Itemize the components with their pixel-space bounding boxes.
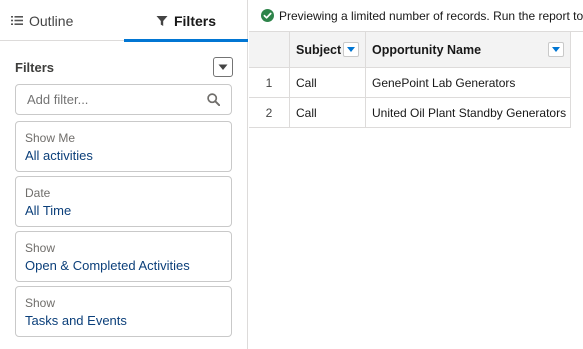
cell-opportunity-name: GenePoint Lab Generators <box>366 68 571 97</box>
filter-card-value: Tasks and Events <box>25 313 127 328</box>
row-number-header <box>249 32 290 67</box>
filter-card-value: Open & Completed Activities <box>25 258 190 273</box>
filter-card-show-status[interactable]: Show Open & Completed Activities <box>15 231 232 282</box>
filter-card-label: Show Me <box>25 131 76 145</box>
table-header-row: Subject Opportunity Name <box>249 32 571 68</box>
tab-outline-label: Outline <box>29 12 74 29</box>
list-icon <box>11 15 23 26</box>
column-menu-button[interactable] <box>343 42 359 57</box>
column-header-opportunity-name[interactable]: Opportunity Name <box>366 32 571 67</box>
preview-notice: Previewing a limited number of records. … <box>249 0 583 32</box>
chevron-down-icon <box>347 47 355 52</box>
column-header-label: Opportunity Name <box>372 42 482 57</box>
left-panel: Outline Filters Filters Add filter... Sh… <box>0 0 248 349</box>
column-header-subject[interactable]: Subject <box>290 32 366 67</box>
tab-filters-label: Filters <box>173 12 216 29</box>
preview-panel: Previewing a limited number of records. … <box>249 0 583 349</box>
filters-menu-button[interactable] <box>213 57 233 77</box>
column-header-label: Subject <box>296 42 342 57</box>
report-builder: Outline Filters Filters Add filter... Sh… <box>0 0 583 349</box>
add-filter-box[interactable] <box>15 84 232 115</box>
panel-tabs: Outline Filters <box>0 0 248 42</box>
search-icon <box>207 93 221 111</box>
filters-header: Filters <box>15 56 233 78</box>
filter-card-show-me[interactable]: Show Me All activities <box>15 121 232 172</box>
success-check-icon <box>261 9 274 22</box>
add-filter-input[interactable] <box>27 92 197 107</box>
row-number: 1 <box>249 68 290 97</box>
chevron-down-icon <box>552 47 560 52</box>
filters-title: Filters <box>15 59 55 75</box>
filter-card-date[interactable]: Date All Time <box>15 176 232 227</box>
filter-icon <box>156 15 168 27</box>
filter-card-value: All Time <box>25 203 72 218</box>
table-row[interactable]: 1 Call GenePoint Lab Generators <box>249 68 571 98</box>
filter-card-show-type[interactable]: Show Tasks and Events <box>15 286 232 337</box>
row-number: 2 <box>249 98 290 127</box>
chevron-down-icon <box>218 64 228 70</box>
filter-card-value: All activities <box>25 148 93 163</box>
cell-subject: Call <box>290 98 366 127</box>
preview-notice-text: Previewing a limited number of records. … <box>279 8 583 23</box>
table-row[interactable]: 2 Call United Oil Plant Standby Generato… <box>249 98 571 128</box>
tab-filters[interactable]: Filters <box>124 0 248 42</box>
filter-card-label: Show <box>25 241 56 255</box>
column-menu-button[interactable] <box>548 42 564 57</box>
filter-card-label: Show <box>25 296 56 310</box>
cell-opportunity-name: United Oil Plant Standby Generators <box>366 98 571 127</box>
cell-subject: Call <box>290 68 366 97</box>
filter-card-label: Date <box>25 186 51 200</box>
tab-outline[interactable]: Outline <box>0 0 124 41</box>
